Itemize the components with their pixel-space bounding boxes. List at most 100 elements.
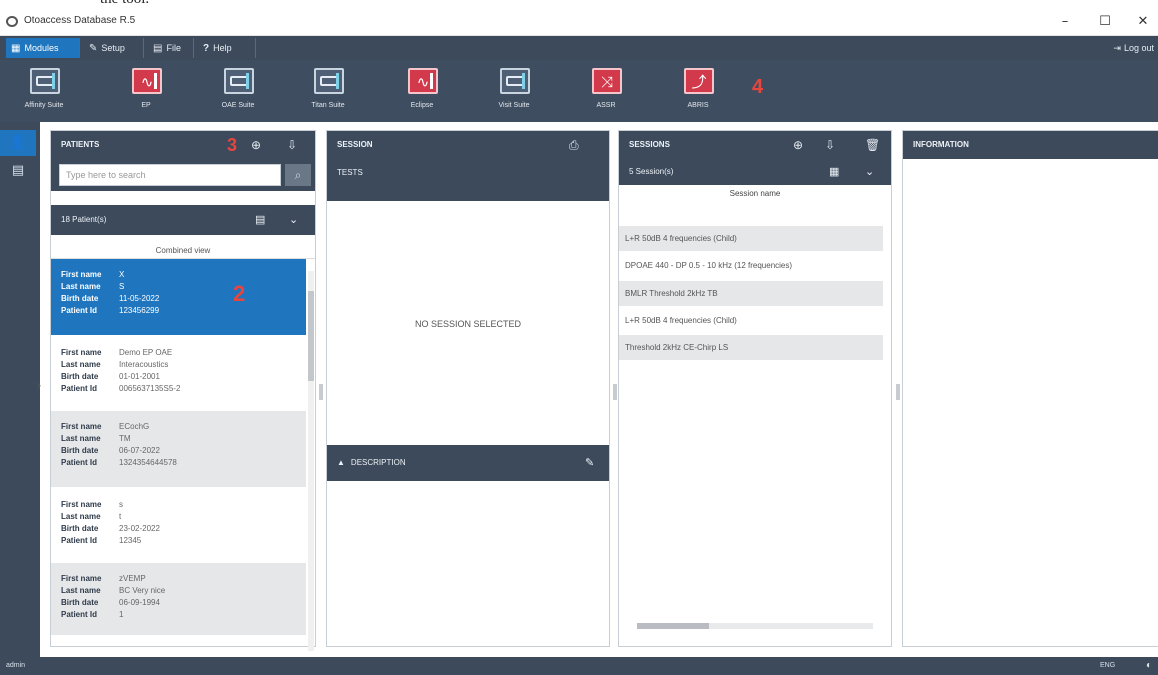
- module-visit-suite[interactable]: Visit Suite: [476, 64, 552, 120]
- field-label: First name: [61, 270, 102, 279]
- field-label: First name: [61, 422, 102, 431]
- module-label: ABRIS: [687, 102, 709, 109]
- information-header-label: INFORMATION: [913, 140, 969, 149]
- session-row[interactable]: L+R 50dB 4 frequencies (Child): [619, 308, 883, 333]
- patient-card[interactable]: First name ECochG Last name TM Birth date 0…: [51, 411, 306, 487]
- module-abris[interactable]: ⤴ ABRIS: [660, 64, 736, 120]
- search-icon[interactable]: ⌕: [285, 164, 311, 186]
- search-input[interactable]: Type here to search: [59, 164, 281, 186]
- chevron-down-icon[interactable]: ⌄: [865, 159, 874, 185]
- last-name: BC Very nice: [119, 586, 166, 595]
- logout-button[interactable]: ⇥ Log out: [1113, 38, 1154, 58]
- maximize-button[interactable]: ☐: [1090, 12, 1120, 32]
- panel-splitter[interactable]: [319, 384, 323, 400]
- device-icon: [500, 68, 530, 94]
- sessions-header-label: SESSIONS: [629, 140, 670, 149]
- panel-splitter[interactable]: [613, 384, 617, 400]
- wrench-icon: ✎: [89, 43, 98, 54]
- field-label: Last name: [61, 360, 101, 369]
- file-icon: ▤: [153, 43, 163, 54]
- import-patient-icon[interactable]: ⇩: [287, 131, 297, 159]
- session-row[interactable]: L+R 50dB 4 frequencies (Child): [619, 226, 883, 251]
- patient-card[interactable]: First name s Last name t Birth date 23-02-2…: [51, 487, 306, 563]
- field-label: Birth date: [61, 294, 99, 303]
- menu-help[interactable]: ? Help: [198, 38, 256, 58]
- panel-splitter[interactable]: [896, 384, 900, 400]
- minimize-button[interactable]: –: [1050, 12, 1080, 32]
- patient-card[interactable]: First name X Last name S Birth date 11-05-2…: [51, 259, 306, 335]
- graph-icon: ⤴: [684, 68, 714, 94]
- last-name: S: [119, 282, 125, 291]
- patients-view-icon[interactable]: 👤: [0, 130, 36, 156]
- menu-modules[interactable]: ▦ Modules: [6, 38, 80, 58]
- tests-header: TESTS: [327, 159, 609, 201]
- description-label: DESCRIPTION: [350, 458, 406, 467]
- field-label: Last name: [61, 434, 101, 443]
- app-window: the tool. Otoaccess Database R.5 – ☐ ✕ ▦…: [0, 0, 1158, 675]
- caption-text: the tool.: [100, 0, 149, 8]
- module-label: EP: [141, 102, 151, 109]
- field-label: Patient Id: [61, 610, 98, 619]
- add-session-icon[interactable]: ⊕: [793, 131, 803, 159]
- menu-setup[interactable]: ✎ Setup: [84, 38, 144, 58]
- edit-pencil-icon[interactable]: ✎: [585, 445, 594, 481]
- module-eclipse[interactable]: ∿ Eclipse: [384, 64, 460, 120]
- callout-marker: 2: [233, 281, 246, 306]
- expand-arrow-icon[interactable]: ›: [36, 378, 42, 394]
- module-label: ASSR: [596, 102, 616, 109]
- module-titan-suite[interactable]: Titan Suite: [290, 64, 366, 120]
- session-row[interactable]: DPOAE 440 - DP 0.5 - 10 kHz (12 frequenc…: [619, 253, 883, 278]
- add-patient-icon[interactable]: ⊕: [251, 131, 261, 159]
- status-bar: admin ENG ◐: [0, 657, 1158, 675]
- patients-scrollbar[interactable]: [308, 271, 314, 651]
- field-label: Patient Id: [61, 384, 98, 393]
- session-name-column-header[interactable]: Session name: [619, 185, 891, 203]
- patient-id: 1324354644578: [119, 458, 177, 467]
- menu-setup-label: Setup: [101, 43, 125, 53]
- search-placeholder: Type here to search: [66, 170, 146, 180]
- grid-layout-icon[interactable]: ▦: [829, 159, 839, 185]
- chevron-down-icon[interactable]: ⌄: [289, 205, 298, 235]
- scrollbar-thumb[interactable]: [637, 623, 709, 629]
- sessions-horizontal-scrollbar[interactable]: [637, 623, 873, 629]
- patient-id: 123456299: [119, 306, 160, 315]
- session-header: SESSION ⎙: [327, 131, 609, 159]
- menu-modules-label: Modules: [24, 43, 59, 53]
- patient-card[interactable]: First name zVEMP Last name BC Very nice Bi…: [51, 563, 306, 635]
- field-label: Birth date: [61, 446, 99, 455]
- combined-view-label: Combined view: [51, 243, 315, 259]
- list-view-icon[interactable]: ▤: [0, 158, 36, 184]
- session-row[interactable]: Threshold 2kHz CE-Chirp LS: [619, 335, 883, 360]
- information-panel: INFORMATION: [902, 130, 1158, 647]
- title-bar: Otoaccess Database R.5 – ☐ ✕: [0, 8, 1158, 36]
- module-label: Titan Suite: [311, 102, 345, 109]
- description-header[interactable]: ▲ DESCRIPTION ✎: [327, 445, 609, 481]
- session-row[interactable]: BMLR Threshold 2kHz TB: [619, 281, 883, 306]
- list-layout-icon[interactable]: ▤: [255, 205, 265, 235]
- menu-file[interactable]: ▤ File: [148, 38, 194, 58]
- sessions-header: SESSIONS ⊕ ⇩ 🗑: [619, 131, 891, 159]
- modules-toolbar: Affinity Suite ∿ EP OAE Suite Titan Suit…: [0, 60, 1158, 122]
- module-affinity-suite[interactable]: Affinity Suite: [6, 64, 82, 120]
- patients-panel: PATIENTS 3 ⊕ ⇩ Type here to search ⌕ 18 …: [50, 130, 316, 651]
- module-ep[interactable]: ∿ EP: [108, 64, 184, 120]
- patient-card[interactable]: First name Demo EP OAE Last name Interacou…: [51, 335, 306, 411]
- first-name: zVEMP: [119, 574, 146, 583]
- current-user: admin: [6, 662, 26, 669]
- session-count-bar: 5 Session(s) ▦ ⌄: [619, 159, 891, 185]
- patient-id: 1: [119, 610, 124, 619]
- logout-label: Log out: [1123, 43, 1154, 53]
- language-indicator[interactable]: ENG: [1100, 657, 1115, 675]
- module-oae-suite[interactable]: OAE Suite: [200, 64, 276, 120]
- birth-date: 06-07-2022: [119, 446, 160, 455]
- patients-header: PATIENTS 3 ⊕ ⇩: [51, 131, 315, 159]
- delete-icon[interactable]: 🗑: [865, 131, 880, 159]
- birth-date: 01-01-2001: [119, 372, 160, 381]
- birth-date: 06-09-1994: [119, 598, 160, 607]
- import-session-icon[interactable]: ⇩: [825, 131, 835, 159]
- globe-icon[interactable]: ◐: [1146, 657, 1152, 675]
- module-assr[interactable]: ⤨ ASSR: [568, 64, 644, 120]
- print-icon[interactable]: ⎙: [569, 131, 579, 159]
- scrollbar-thumb[interactable]: [308, 291, 314, 381]
- close-button[interactable]: ✕: [1128, 12, 1158, 32]
